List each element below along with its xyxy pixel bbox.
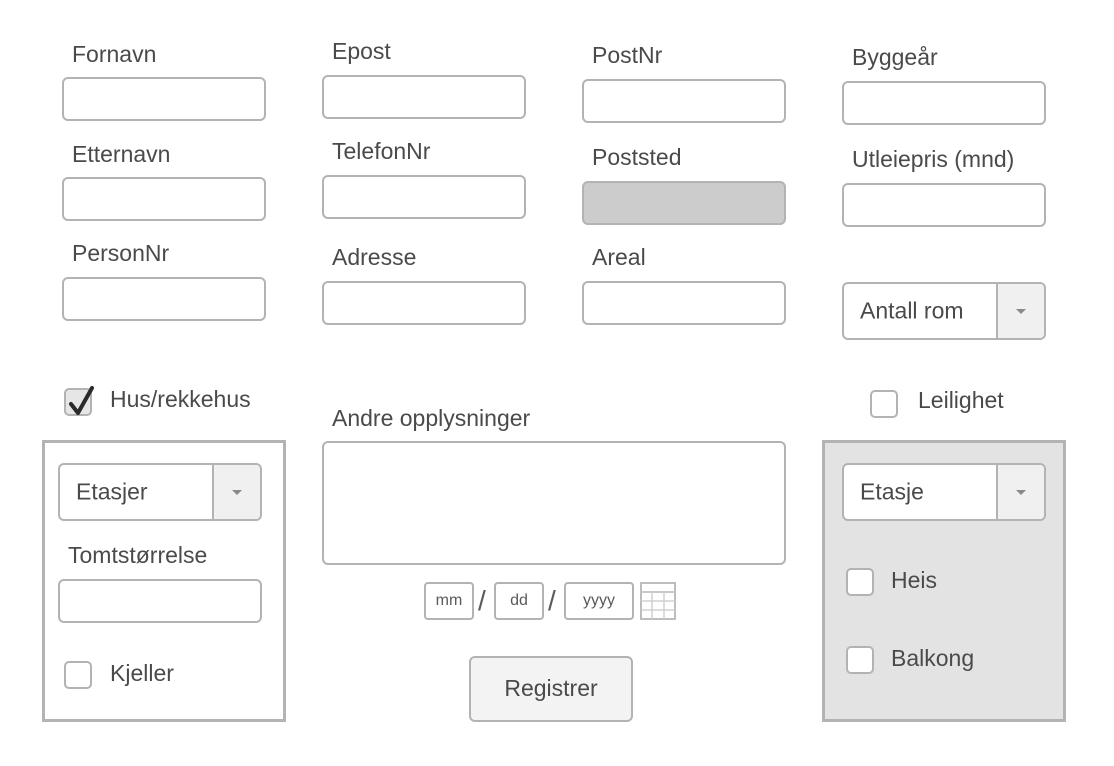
postnr-label: PostNr: [592, 42, 663, 68]
calendar-icon[interactable]: [640, 582, 676, 620]
chevron-down-icon: [1016, 490, 1026, 495]
chevron-down-icon: [1016, 309, 1026, 314]
phone-label: TelefonNr: [332, 138, 431, 164]
rooms-select[interactable]: Antall rom: [842, 282, 1046, 340]
floors-select[interactable]: Etasjer: [58, 463, 262, 521]
basement-label: Kjeller: [110, 660, 174, 686]
address-label: Adresse: [332, 244, 417, 270]
apartment-checkbox-label: Leilighet: [918, 387, 1004, 413]
other-info-textarea[interactable]: [322, 441, 786, 565]
other-info-label: Andre opplysninger: [332, 405, 531, 431]
first-name-input[interactable]: [62, 77, 266, 121]
lot-size-input[interactable]: [58, 579, 262, 623]
rent-input[interactable]: [842, 183, 1046, 227]
house-checkbox-label: Hus/rekkehus: [110, 386, 251, 412]
areal-input[interactable]: [582, 281, 786, 325]
poststed-input: [582, 181, 786, 225]
address-input[interactable]: [322, 281, 526, 325]
build-year-label: Byggeår: [852, 44, 938, 70]
build-year-input[interactable]: [842, 81, 1046, 125]
rooms-dropdown-button[interactable]: [996, 284, 1044, 338]
date-month-input[interactable]: mm: [424, 582, 474, 620]
email-input[interactable]: [322, 75, 526, 119]
email-label: Epost: [332, 38, 391, 64]
areal-label: Areal: [592, 244, 646, 270]
floor-dropdown-button[interactable]: [996, 465, 1044, 519]
chevron-down-icon: [232, 490, 242, 495]
elevator-checkbox[interactable]: [846, 568, 874, 596]
elevator-label: Heis: [891, 567, 938, 593]
poststed-label: Poststed: [592, 144, 682, 170]
date-separator: /: [478, 585, 486, 616]
balcony-checkbox[interactable]: [846, 646, 874, 674]
person-nr-input[interactable]: [62, 277, 266, 321]
date-year-input[interactable]: yyyy: [564, 582, 634, 620]
floor-select[interactable]: Etasje: [842, 463, 1046, 521]
date-separator: /: [548, 585, 556, 616]
last-name-label: Etternavn: [72, 141, 171, 167]
first-name-label: Fornavn: [72, 41, 157, 67]
rooms-select-value: Antall rom: [860, 297, 964, 324]
house-checkbox[interactable]: [64, 386, 94, 416]
lot-size-label: Tomtstørrelse: [68, 542, 208, 568]
rent-label: Utleiepris (mnd): [852, 146, 1015, 172]
apartment-checkbox[interactable]: [870, 390, 898, 418]
postnr-input[interactable]: [582, 79, 786, 123]
balcony-label: Balkong: [891, 645, 975, 671]
phone-input[interactable]: [322, 175, 526, 219]
person-nr-label: PersonNr: [72, 240, 170, 266]
register-button[interactable]: Registrer: [469, 656, 633, 722]
last-name-input[interactable]: [62, 177, 266, 221]
date-day-input[interactable]: dd: [494, 582, 544, 620]
floors-select-value: Etasjer: [76, 478, 148, 505]
floors-dropdown-button[interactable]: [212, 465, 260, 519]
floor-select-value: Etasje: [860, 478, 924, 505]
checkmark-icon: [69, 386, 94, 415]
basement-checkbox[interactable]: [64, 661, 92, 689]
